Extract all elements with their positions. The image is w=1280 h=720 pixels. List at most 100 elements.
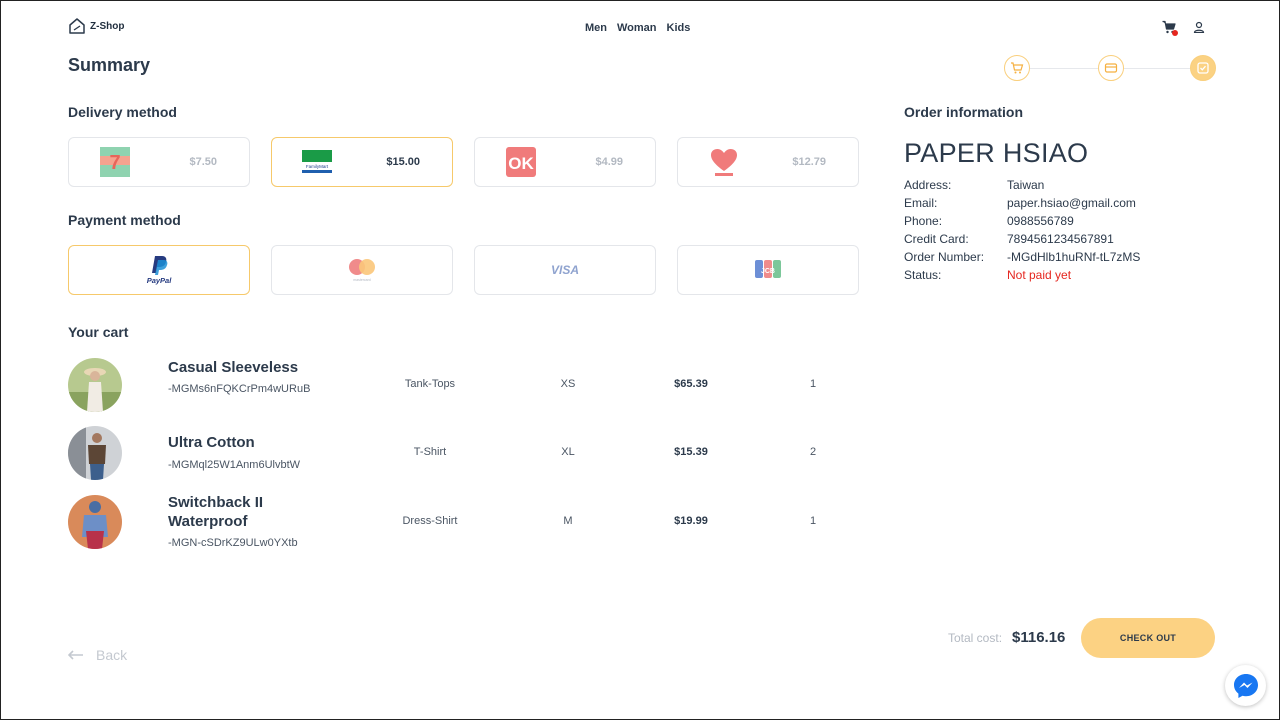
payment-option-jcb[interactable]: JCB (677, 245, 859, 295)
info-label: Phone: (904, 214, 943, 228)
product-category: T-Shirt (413, 446, 447, 458)
cart-notification-dot (1172, 30, 1178, 36)
nav-woman[interactable]: Woman (617, 22, 657, 34)
info-value: 0988556789 (1007, 214, 1074, 228)
delivery-price: $4.99 (595, 156, 623, 168)
familymart-logo-icon: FamilyMart (300, 146, 334, 178)
visa-logo-icon: VISA (551, 263, 579, 277)
product-thumbnail[interactable] (68, 495, 122, 549)
home-logo-icon (69, 18, 85, 34)
svg-text:OK: OK (508, 154, 534, 173)
cart-step-icon (1011, 62, 1024, 74)
svg-text:VISA: VISA (551, 263, 579, 277)
paypal-logo-icon: PayPal (147, 256, 173, 285)
payment-option-paypal[interactable]: PayPal (68, 245, 250, 295)
info-row-credit-card: Credit Card: 7894561234567891 (904, 230, 1140, 248)
cart-title: Your cart (68, 324, 129, 340)
info-label: Credit Card: (904, 232, 969, 246)
customer-name: PAPER HSIAO (904, 138, 1089, 168)
info-value: paper.hsiao@gmail.com (1007, 196, 1136, 210)
check-step-icon (1197, 62, 1209, 74)
product-id: -MGMs6nFQKCrPm4wURuB (168, 383, 311, 395)
svg-text:7: 7 (109, 152, 120, 174)
delivery-option-ok[interactable]: OK $4.99 (474, 137, 656, 187)
info-row-address: Address: Taiwan (904, 176, 1140, 194)
status-value: Not paid yet (1007, 268, 1072, 282)
nav-men[interactable]: Men (585, 22, 607, 34)
total-cost-value: $116.16 (1012, 629, 1066, 646)
messenger-icon (1233, 673, 1258, 698)
svg-text:mastercard: mastercard (353, 278, 371, 282)
info-value: -MGdHlb1huRNf-tL7zMS (1007, 250, 1141, 264)
product-price: $19.99 (674, 515, 708, 527)
product-category: Dress-Shirt (402, 515, 458, 527)
delivery-option-hi-life[interactable]: $12.79 (677, 137, 859, 187)
info-label: Address: (904, 178, 952, 192)
mastercard-logo-icon: mastercard (349, 259, 375, 282)
product-size: XL (561, 446, 575, 458)
product-thumbnail[interactable] (68, 358, 122, 412)
messenger-chat-button[interactable] (1225, 665, 1266, 706)
product-name[interactable]: Switchback II Waterproof (168, 493, 328, 531)
info-label: Order Number: (904, 250, 985, 264)
product-quantity: 1 (809, 515, 817, 527)
product-thumbnail[interactable] (68, 426, 122, 480)
cart-row: Casual Sleeveless -MGMs6nFQKCrPm4wURuB T… (68, 358, 858, 414)
product-quantity: 1 (809, 378, 817, 390)
total-cost-label: Total cost: (948, 631, 1003, 645)
arrow-left-icon (68, 650, 83, 660)
payment-method-title: Payment method (68, 212, 181, 228)
info-value: 7894561234567891 (1007, 232, 1114, 246)
svg-text:JCB: JCB (761, 268, 775, 275)
ok-mart-logo-icon: OK (505, 146, 537, 178)
product-size: M (563, 515, 573, 527)
checkout-stepper (1004, 55, 1216, 83)
cart-icon[interactable] (1162, 20, 1178, 36)
cart-row: Ultra Cotton -MGMql25W1Anm6UlvbtW T-Shir… (68, 426, 858, 482)
7-eleven-logo-icon: 7 (99, 146, 131, 178)
back-label: Back (96, 647, 128, 663)
product-id: -MGN-cSDrKZ9ULw0YXtb (168, 537, 298, 549)
hi-life-logo-icon (708, 146, 740, 178)
product-quantity: 2 (809, 446, 817, 458)
info-row-status: Status: Not paid yet (904, 266, 1140, 284)
info-value: Taiwan (1007, 178, 1045, 192)
cart-row: Switchback II Waterproof -MGN-cSDrKZ9ULw… (68, 493, 858, 551)
product-name[interactable]: Casual Sleeveless (168, 358, 328, 377)
payment-option-visa[interactable]: VISA (474, 245, 656, 295)
delivery-method-title: Delivery method (68, 104, 177, 120)
delivery-price: $7.50 (189, 156, 217, 168)
info-row-order-number: Order Number: -MGdHlb1huRNf-tL7zMS (904, 248, 1140, 266)
info-row-email: Email: paper.hsiao@gmail.com (904, 194, 1140, 212)
order-info-title: Order information (904, 104, 1024, 120)
delivery-price: $12.79 (792, 156, 826, 168)
logo[interactable]: Z-Shop (68, 17, 124, 35)
product-id: -MGMql25W1Anm6UlvbtW (168, 459, 301, 471)
logo-text: Z-Shop (90, 20, 125, 32)
nav-kids[interactable]: Kids (667, 22, 691, 34)
step-payment[interactable] (1098, 55, 1124, 81)
delivery-option-7-eleven[interactable]: 7 $7.50 (68, 137, 250, 187)
info-label: Email: (904, 196, 938, 210)
info-label: Status: (904, 268, 942, 282)
product-price: $15.39 (674, 446, 708, 458)
step-summary[interactable] (1190, 55, 1216, 81)
main-nav: Men Woman Kids (585, 22, 690, 34)
product-name[interactable]: Ultra Cotton (168, 433, 328, 452)
page-title: Summary (68, 55, 151, 75)
delivery-option-familymart[interactable]: FamilyMart $15.00 (271, 137, 453, 187)
back-button[interactable]: Back (68, 647, 127, 663)
product-price: $65.39 (674, 378, 708, 390)
product-size: XS (560, 378, 576, 390)
order-info-table: Address: Taiwan Email: paper.hsiao@gmail… (904, 176, 1140, 284)
svg-text:FamilyMart: FamilyMart (306, 164, 329, 169)
payment-option-mastercard[interactable]: mastercard (271, 245, 453, 295)
jcb-logo-icon: JCB (755, 260, 781, 278)
delivery-price: $15.00 (386, 156, 420, 168)
user-icon[interactable] (1193, 20, 1207, 34)
product-category: Tank-Tops (404, 378, 456, 390)
step-cart[interactable] (1004, 55, 1030, 81)
credit-card-step-icon (1104, 63, 1118, 73)
svg-text:PayPal: PayPal (147, 276, 173, 285)
checkout-button[interactable]: CHECK OUT (1081, 618, 1215, 658)
